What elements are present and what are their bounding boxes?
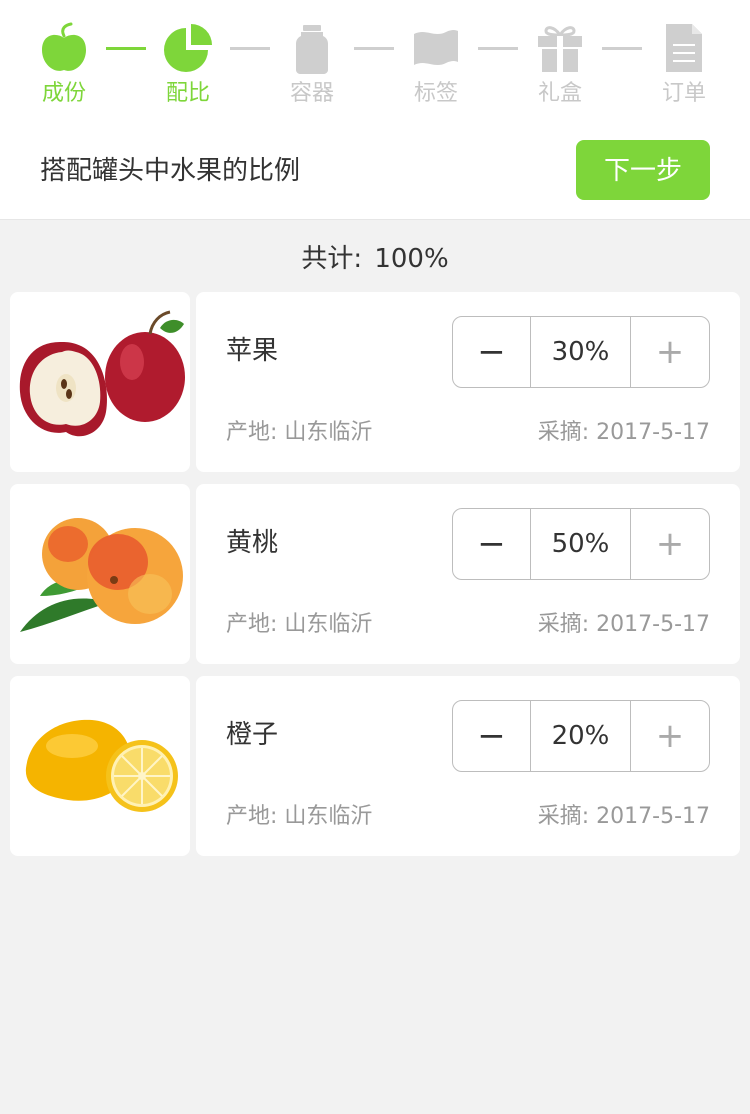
ratio-value[interactable]: 50% (531, 509, 630, 579)
step-label: 订单 (661, 81, 706, 106)
fruit-row: 黄桃 − 50% + 产地: 山东临沂 采摘: 2017-5-17 (10, 484, 740, 664)
step-container[interactable]: 容器 (272, 22, 352, 108)
fruit-origin: 产地: 山东临沂 (226, 420, 373, 445)
fruit-name: 橙子 (226, 720, 279, 750)
increase-button[interactable]: + (630, 509, 709, 579)
step-label: 容器 (289, 81, 334, 106)
document-icon (666, 24, 702, 72)
peach-image (20, 518, 183, 632)
total-label: 共计: (301, 244, 363, 274)
ratio-value[interactable]: 20% (531, 701, 630, 771)
apple-image (19, 310, 185, 437)
pie-chart-icon (164, 24, 212, 72)
next-step-button[interactable]: 下一步 (576, 140, 710, 200)
step-order[interactable]: 订单 (644, 22, 724, 108)
step-label: 礼盒 (537, 81, 582, 106)
lemon-image (25, 719, 178, 812)
step-connector (106, 47, 146, 50)
apple-icon (42, 22, 86, 71)
ratio-stepper: − 30% + (452, 316, 710, 388)
increase-button[interactable]: + (630, 317, 709, 387)
step-label: 标签 (413, 81, 458, 106)
step-label-design[interactable]: 标签 (396, 22, 476, 108)
total-value: 100% (374, 244, 449, 274)
total-percentage: 共计: 100% (0, 242, 750, 276)
fruit-image (10, 292, 190, 472)
ratio-stepper: − 50% + (452, 508, 710, 580)
fruit-origin: 产地: 山东临沂 (226, 612, 373, 637)
step-connector (478, 47, 518, 50)
decrease-button[interactable]: − (453, 317, 531, 387)
progress-header: 成份 配比 容器 标签 礼盒 订单 搭配罐头中水果的比例 下一步 (0, 0, 750, 220)
step-gift-box[interactable]: 礼盒 (520, 22, 600, 108)
decrease-button[interactable]: − (453, 701, 531, 771)
fruit-row: 苹果 − 30% + 产地: 山东临沂 采摘: 2017-5-17 (10, 292, 740, 472)
step-ratio[interactable]: 配比 (148, 22, 228, 108)
fruit-origin: 产地: 山东临沂 (226, 804, 373, 829)
decrease-button[interactable]: − (453, 509, 531, 579)
ratio-value[interactable]: 30% (531, 317, 630, 387)
fruit-card: 黄桃 − 50% + 产地: 山东临沂 采摘: 2017-5-17 (196, 484, 740, 664)
fruit-card: 橙子 − 20% + 产地: 山东临沂 采摘: 2017-5-17 (196, 676, 740, 856)
step-connector (602, 47, 642, 50)
fruit-pick-date: 采摘: 2017-5-17 (537, 804, 710, 829)
step-connector (354, 47, 394, 50)
flag-icon (414, 30, 458, 65)
fruit-row: 橙子 − 20% + 产地: 山东临沂 采摘: 2017-5-17 (10, 676, 740, 856)
step-label: 配比 (165, 81, 210, 106)
fruit-image (10, 676, 190, 856)
fruit-name: 苹果 (226, 336, 279, 366)
step-label: 成份 (41, 81, 86, 106)
gift-icon (538, 26, 582, 72)
jar-icon (296, 25, 328, 74)
fruit-pick-date: 采摘: 2017-5-17 (537, 420, 710, 445)
fruit-name: 黄桃 (226, 528, 279, 558)
fruit-image (10, 484, 190, 664)
step-ingredients[interactable]: 成份 (24, 22, 104, 108)
fruit-card: 苹果 − 30% + 产地: 山东临沂 采摘: 2017-5-17 (196, 292, 740, 472)
step-connector (230, 47, 270, 50)
instruction-text: 搭配罐头中水果的比例 (40, 156, 301, 186)
ratio-stepper: − 20% + (452, 700, 710, 772)
fruit-pick-date: 采摘: 2017-5-17 (537, 612, 710, 637)
increase-button[interactable]: + (630, 701, 709, 771)
